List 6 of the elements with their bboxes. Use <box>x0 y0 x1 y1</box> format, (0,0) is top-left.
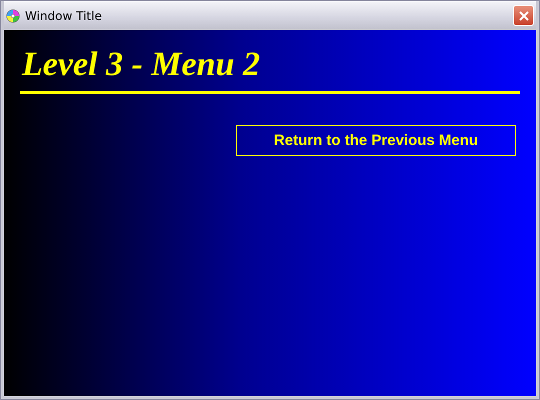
close-icon <box>518 10 528 20</box>
return-button[interactable]: Return to the Previous Menu <box>236 125 516 156</box>
page-heading: Level 3 - Menu 2 <box>20 45 261 85</box>
close-button[interactable] <box>513 5 534 26</box>
app-icon <box>6 8 20 22</box>
window-title: Window Title <box>25 8 103 22</box>
